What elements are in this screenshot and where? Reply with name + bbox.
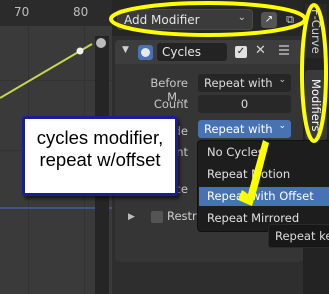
annotation-callout-text: cycles modifier, repeat w/offset [36,127,164,170]
scrollbar-handle[interactable] [96,38,106,48]
grip-icon[interactable] [279,45,289,57]
keyframe-handle [76,47,84,55]
link-icon[interactable]: ↗ [261,12,277,28]
count-label: Count [153,97,188,111]
menu-item-repeat-with-offset[interactable]: Repeat with Offset [199,187,329,206]
after-mode-dropdown[interactable]: Repeat with ... ⌄ [198,120,291,150]
tab-fcurve[interactable]: F-Curve [305,4,327,58]
modifier-name-field[interactable]: Cycles [157,43,227,61]
menu-item-no-cycles[interactable]: No Cycles [199,143,329,162]
chevron-right-icon[interactable]: ▶ [128,212,135,222]
copy-icon[interactable]: ⧉ [282,12,298,28]
count-field[interactable]: 0 [198,95,291,113]
add-modifier-dropdown[interactable]: Add Modifier ⌄ [117,9,253,30]
chevron-down-icon: ⌄ [278,121,286,131]
add-modifier-label: Add Modifier [124,13,200,27]
chevron-down-icon: ⌄ [278,75,286,85]
restrict-frame-range-label: Restri [167,209,200,223]
before-mode-dropdown[interactable]: Repeat with ... ⌄ [198,74,291,104]
restrict-checkbox[interactable] [151,211,163,223]
tab-modifiers[interactable]: Modifiers [305,70,327,140]
modifier-type-icon [138,45,153,60]
chevron-down-icon: ⌄ [237,12,246,23]
collapse-arrow-icon[interactable]: ▼ [122,45,129,55]
modifier-enable-checkbox[interactable]: ✓ [235,46,247,58]
close-icon[interactable]: ✕ [255,43,266,58]
tooltip: Repeat ke [268,224,329,248]
menu-item-repeat-motion[interactable]: Repeat Motion [199,165,329,184]
